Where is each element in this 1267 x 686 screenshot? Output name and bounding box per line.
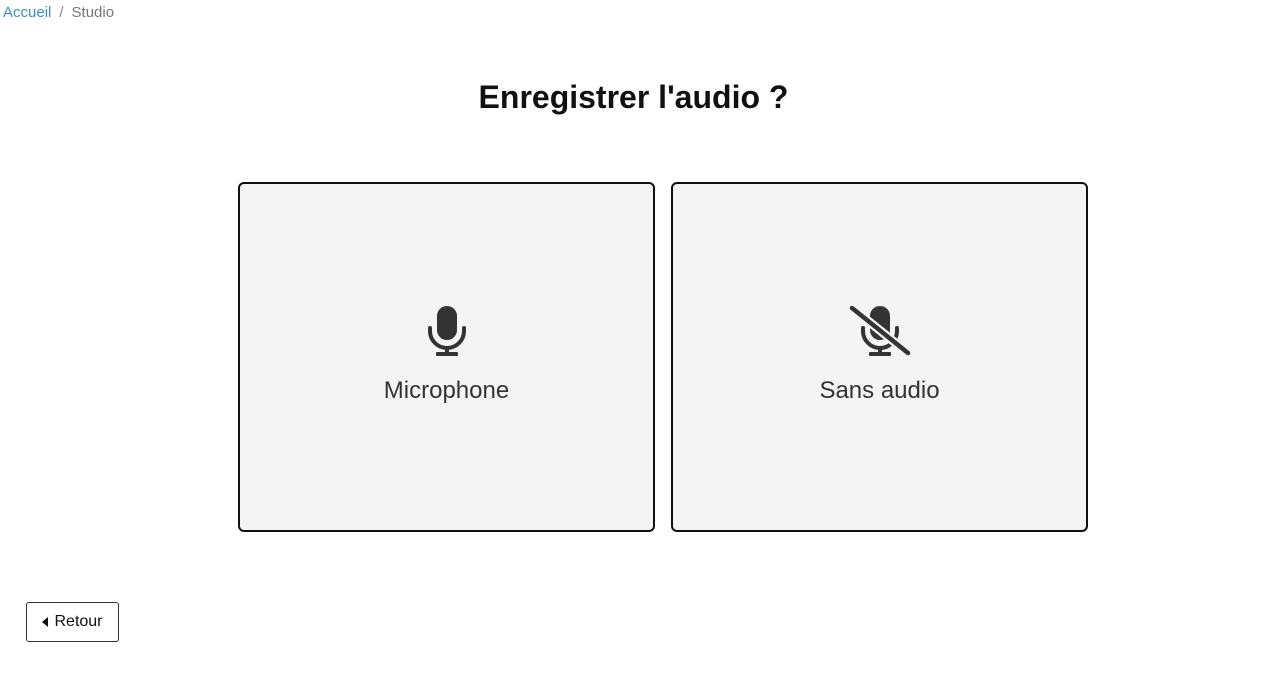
no-audio-option-card[interactable]: Sans audio [671,182,1088,532]
no-audio-option-label: Sans audio [819,377,940,404]
page: Accueil / Studio Enregistrer l'audio ? M… [0,0,1267,686]
breadcrumb-separator: / [59,4,64,21]
microphone-option-label: Microphone [383,377,510,404]
caret-left-icon [42,617,49,627]
breadcrumb-current: Studio [71,4,115,21]
back-button-label: Retour [54,613,103,630]
microphone-icon [415,306,479,358]
page-title: Enregistrer l'audio ? [478,79,789,115]
breadcrumb: Accueil / Studio [3,4,114,21]
microphone-option-card[interactable]: Microphone [238,182,655,532]
microphone-slash-icon [847,306,912,358]
back-button[interactable]: Retour [26,602,119,642]
breadcrumb-home-link[interactable]: Accueil [3,4,51,21]
